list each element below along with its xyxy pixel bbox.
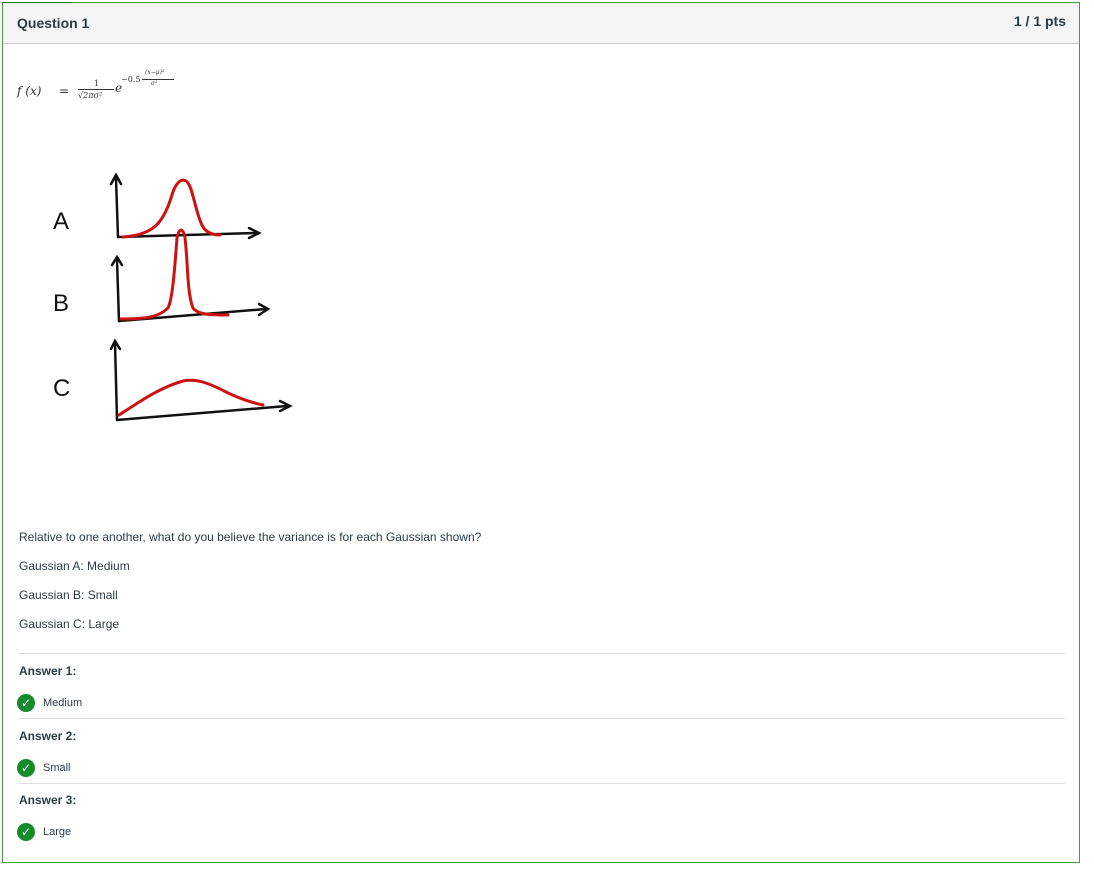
gaussian-sketch-image: A B C: [23, 153, 323, 433]
formula-exponent-denominator: σ²: [151, 80, 158, 87]
answer-2-label: Answer 2:: [19, 729, 77, 743]
question-header: Question 1 1 / 1 pts: [3, 3, 1079, 44]
curve-b: [119, 228, 230, 321]
answer-1-label: Answer 1:: [19, 664, 77, 678]
gaussian-formula: f (x) = 1 √2πσ² e −0.5 (x−μ)² σ²: [17, 69, 187, 109]
question-points: 1 / 1 pts: [1013, 13, 1066, 29]
answer-1-row: ✓ Medium: [17, 694, 82, 712]
answer-2-row: ✓ Small: [17, 759, 71, 777]
answer-1-value: Medium: [43, 697, 83, 709]
check-circle-icon: ✓: [17, 694, 35, 712]
sketch-label-a: A: [53, 208, 69, 235]
answer-3-row: ✓ Large: [17, 823, 71, 841]
formula-fraction-bar: [78, 89, 114, 90]
formula-fraction-numerator: 1: [94, 79, 100, 88]
formula-fraction-denominator: √2πσ²: [78, 91, 103, 100]
gaussian-a-line: Gaussian A: Medium: [19, 559, 130, 573]
gaussian-sketch-svg: A B C: [53, 172, 293, 422]
question-prompt: Relative to one another, what do you bel…: [19, 530, 482, 544]
sketch-label-b: B: [53, 290, 69, 317]
formula-exponent-coefficient: −0.5: [121, 75, 141, 84]
formula-exponent-numerator: (x−μ)²: [145, 69, 165, 76]
sketch-label-c: C: [53, 375, 70, 402]
answer-3-value: Large: [43, 826, 72, 838]
formula-exponent-bar: [142, 79, 174, 80]
answer-3-label: Answer 3:: [19, 793, 77, 807]
formula-lhs: f (x): [17, 84, 42, 98]
question-card: Question 1 1 / 1 pts f (x) = 1 √2πσ² e −…: [2, 2, 1080, 863]
answers-divider: [19, 653, 1065, 654]
curve-a: [121, 178, 222, 239]
question-title: Question 1: [17, 15, 90, 31]
gaussian-c-line: Gaussian C: Large: [19, 617, 120, 631]
check-circle-icon: ✓: [17, 759, 35, 777]
gaussian-b-line: Gaussian B: Small: [19, 588, 118, 602]
answer-2-value: Small: [43, 762, 71, 774]
formula-equals: =: [59, 84, 70, 98]
axes-a: [109, 172, 262, 240]
answer-2-divider: [19, 783, 1065, 784]
answer-1-divider: [19, 718, 1065, 719]
check-circle-icon: ✓: [17, 823, 35, 841]
